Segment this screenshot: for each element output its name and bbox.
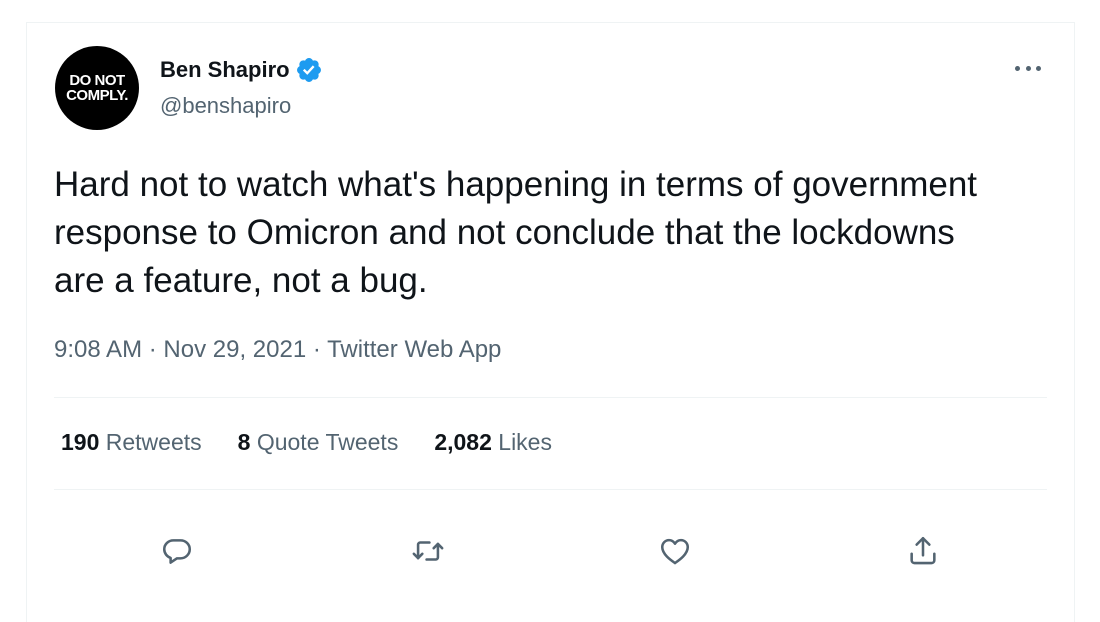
retweets-stat[interactable]: 190 Retweets [61,429,202,456]
tweet-source[interactable]: Twitter Web App [327,336,501,363]
share-icon [910,536,936,565]
like-icon [660,538,690,565]
reply-icon [162,539,192,564]
tweet-time[interactable]: 9:08 AM [54,336,142,363]
likes-stat[interactable]: 2,082 Likes [434,429,552,456]
retweet-icon [412,541,444,561]
divider [54,397,1047,398]
tweet-text: Hard not to watch what's happening in te… [54,165,978,300]
tweet-date[interactable]: Nov 29, 2021 [163,336,306,363]
author-name-row: Ben Shapiro [160,56,323,84]
retweets-label: Retweets [105,429,202,455]
avatar-text-line2: COMPLY. [66,87,128,104]
tweet-actions [27,511,1074,595]
share-button[interactable] [903,531,943,571]
like-button[interactable] [655,531,695,571]
quote-count: 8 [237,429,251,455]
retweets-count: 190 [61,429,100,455]
verified-badge-icon [296,58,321,82]
tweet-card: DO NOT COMPLY. Ben Shapiro @benshapiro H… [26,22,1075,622]
retweet-button[interactable] [408,531,448,571]
avatar-text-line1: DO NOT [69,72,125,89]
tweet-meta: 9:08 AM · Nov 29, 2021 · Twitter Web App [54,336,501,364]
quote-label: Quote Tweets [256,429,399,455]
likes-count: 2,082 [434,429,492,455]
tweet-stats: 190 Retweets 8 Quote Tweets 2,082 Likes [61,429,588,456]
author-handle[interactable]: @benshapiro [160,93,291,119]
avatar[interactable]: DO NOT COMPLY. [55,46,139,130]
meta-separator: · [148,336,157,363]
meta-separator: · [312,336,321,363]
likes-label: Likes [498,429,552,455]
more-options-icon[interactable] [1011,56,1045,80]
quote-tweets-stat[interactable]: 8 Quote Tweets [238,429,399,456]
divider [54,489,1047,490]
author-display-name[interactable]: Ben Shapiro [160,57,290,83]
reply-button[interactable] [157,531,197,571]
